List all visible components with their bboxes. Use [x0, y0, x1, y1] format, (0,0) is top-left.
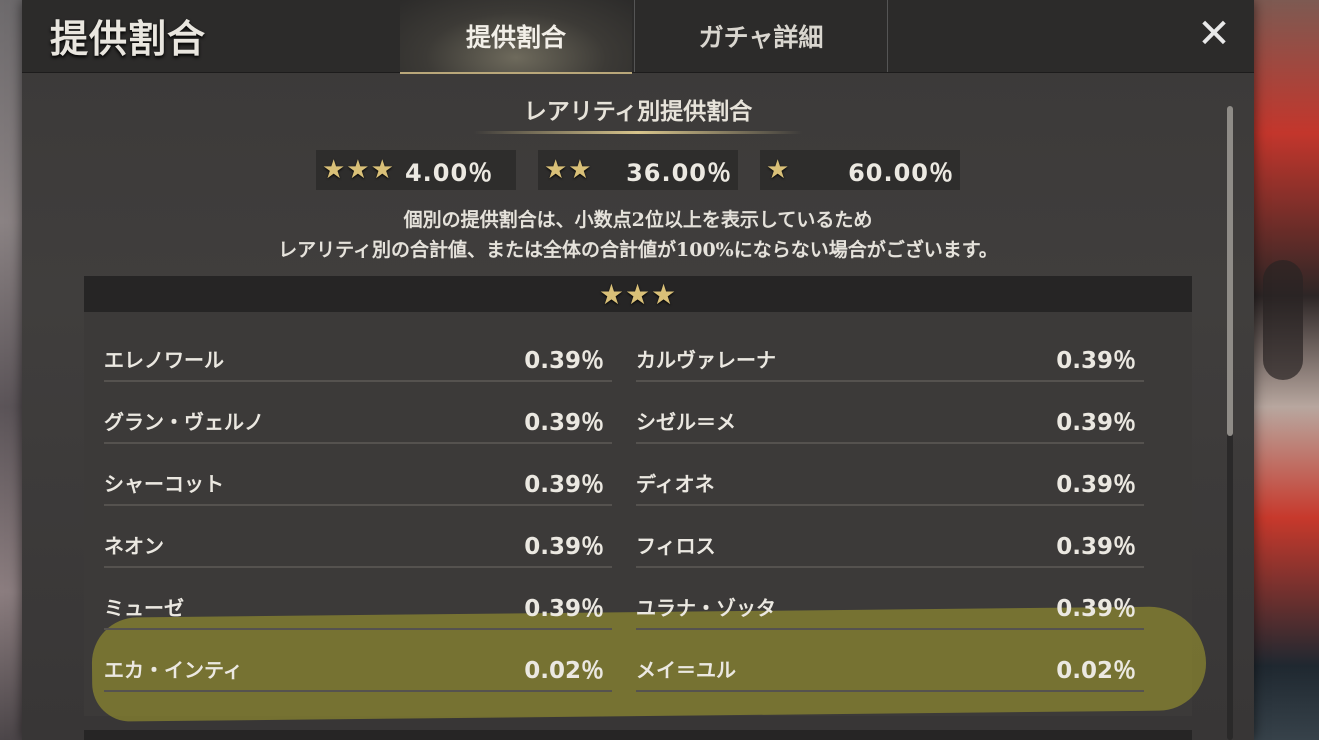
scroll-thumb[interactable] [1227, 106, 1233, 436]
character-rate: 0.39％ [1056, 596, 1136, 622]
character-rate: 0.39％ [524, 348, 604, 374]
list-item: ディオネ 0.39％ [636, 460, 1144, 506]
list-item: カルヴァレーナ 0.39％ [636, 336, 1144, 382]
section-title-underline [474, 131, 802, 134]
list-item: メイ＝ユル 0.02％ [636, 646, 1144, 692]
character-rate: 0.39％ [524, 410, 604, 436]
rarity-section-title: レアリティ別提供割合 [523, 98, 753, 125]
rarity-group-header: ★★★ [84, 276, 1192, 312]
list-item: シゼル＝メ 0.39％ [636, 398, 1144, 444]
list-item: ユラナ・ゾッタ 0.39％ [636, 584, 1144, 630]
character-rate: 0.39％ [1056, 348, 1136, 374]
character-name: カルヴァレーナ [636, 347, 776, 372]
rarity-rate-1star: ★ 60.00％ [760, 150, 960, 190]
character-name: シャーコット [104, 471, 224, 496]
rarity-rate-value: 60.00％ [848, 158, 954, 187]
rarity-rate-3star: ★★★ 4.00％ [316, 150, 516, 190]
tab-drop-rates[interactable]: 提供割合 [400, 0, 632, 74]
close-icon[interactable]: ✕ [1194, 14, 1234, 54]
character-name: ネオン [104, 533, 164, 558]
background-art-right [1253, 0, 1319, 740]
tab-gacha-details[interactable]: ガチャ詳細 [634, 0, 888, 72]
star-icon: ★★★ [322, 155, 395, 185]
character-rate: 0.39％ [524, 596, 604, 622]
character-name: メイ＝ユル [636, 657, 736, 682]
list-item: エレノワール 0.39％ [104, 336, 612, 382]
scrollbar[interactable] [1227, 106, 1233, 740]
character-name: グラン・ヴェルノ [104, 409, 264, 434]
list-item: グラン・ヴェルノ 0.39％ [104, 398, 612, 444]
star-icon: ★★ [544, 155, 593, 185]
character-rate: 0.39％ [524, 534, 604, 560]
list-item: エカ・インティ 0.02％ [104, 646, 612, 692]
star-icon: ★ [766, 155, 791, 185]
modal-header: 提供割合 提供割合 ガチャ詳細 ✕ [22, 0, 1254, 74]
character-name: エレノワール [104, 347, 224, 372]
rarity-rate-2star: ★★ 36.00％ [538, 150, 738, 190]
character-name: エカ・インティ [104, 657, 243, 682]
character-rate: 0.02％ [1056, 658, 1136, 684]
list-item: ミューゼ 0.39％ [104, 584, 612, 630]
background-art-left [0, 0, 24, 740]
list-item: シャーコット 0.39％ [104, 460, 612, 506]
character-name: シゼル＝メ [636, 409, 736, 434]
rarity-rate-value: 4.00％ [404, 158, 494, 187]
character-name: ディオネ [636, 471, 715, 496]
rarity-rate-value: 36.00％ [626, 158, 732, 187]
character-rate: 0.39％ [1056, 410, 1136, 436]
character-rate: 0.02％ [524, 658, 604, 684]
list-item: ネオン 0.39％ [104, 522, 612, 568]
modal-title: 提供割合 [50, 16, 207, 61]
character-name: フィロス [636, 533, 716, 558]
next-rarity-group-header [84, 730, 1192, 740]
character-name: ミューゼ [104, 595, 184, 620]
character-rate: 0.39％ [1056, 472, 1136, 498]
star-icon: ★★★ [598, 277, 678, 311]
character-rate: 0.39％ [524, 472, 604, 498]
character-rate: 0.39％ [1056, 534, 1136, 560]
character-name: ユラナ・ゾッタ [636, 595, 776, 620]
list-item: フィロス 0.39％ [636, 522, 1144, 568]
disclaimer-line-2: レアリティ別の合計値、または全体の合計値が100%にならない場合がございます。 [278, 239, 998, 261]
disclaimer-line-1: 個別の提供割合は、小数点2位以上を表示しているため [403, 209, 873, 231]
